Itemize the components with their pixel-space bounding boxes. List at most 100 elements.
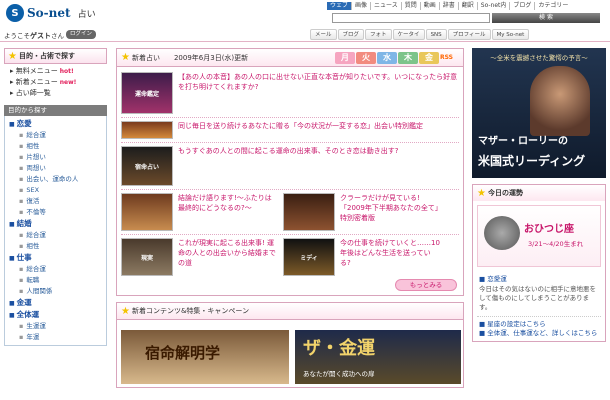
top-link[interactable]: 画像 <box>351 2 370 10</box>
service-tab-mysonet[interactable]: My So-net <box>491 29 530 40</box>
logo-name: So-net <box>27 6 71 20</box>
news-text[interactable]: 今の仕事を続けていくと……10年後はどんな生活を送っている? <box>340 238 440 268</box>
top-link[interactable]: カテゴリー <box>534 2 571 10</box>
news-thumbnail[interactable]: 宿命占い <box>121 146 173 186</box>
category-work[interactable]: 仕事 <box>5 252 106 264</box>
zodiac-date: 3/21〜4/20生まれ <box>528 240 584 248</box>
category-overall[interactable]: 全体運 <box>5 309 106 321</box>
ad-banner[interactable]: 〜全米を震撼させた驚愕の予言〜 マザー・ローリーの 米国式リーディング <box>472 48 606 178</box>
category-love[interactable]: 恋愛 <box>5 118 106 130</box>
news-text[interactable]: 結論だけ語ります!〜ふたりは最終的にどうなるの?〜 <box>178 193 278 213</box>
sidebar-menu: ▸ 無料メニュー hot! ▸ 新着メニュー new! ▸ 占い師一覧 <box>4 66 107 99</box>
top-link[interactable]: 辞書 <box>438 2 458 10</box>
day-tab[interactable]: 金 <box>419 52 439 64</box>
news-item[interactable]: 同じ毎日を送り続けるあなたに贈る「今の状況が一変する恋」出会い特別鑑定 <box>121 121 459 139</box>
fortune-links: ■ 星座の設定はこちら ■ 全体運、仕事運など、詳しくはこちら <box>477 316 601 341</box>
service-tab-profile[interactable]: プロフィール <box>447 29 491 40</box>
star-icon: ★ <box>8 50 17 62</box>
category-item[interactable]: 総合運 <box>5 230 106 241</box>
contents-header-label: 新着コンテンツ&特集・キャンペーン <box>131 307 250 315</box>
news-thumbnail[interactable]: 現実 <box>121 238 173 276</box>
news-thumbnail[interactable]: ミディ <box>283 238 335 276</box>
top-link[interactable]: ブログ <box>509 2 534 10</box>
service-tab-photo[interactable]: フォト <box>365 29 392 40</box>
sidebar-item-free[interactable]: ▸ 無料メニュー hot! <box>4 66 107 77</box>
news-text[interactable]: クラーラだけが見ている!「2009年下半期あなたの全て」特別密着版 <box>340 193 440 223</box>
category-item[interactable]: 転職 <box>5 275 106 286</box>
news-text[interactable]: 【あの人の本音】あの人の口に出せない正直な本音が知りたいです。いつになったら好意… <box>178 72 459 92</box>
day-tab[interactable]: 水 <box>377 52 397 64</box>
hot-badge: hot! <box>59 68 74 75</box>
top-link[interactable]: So-net内 <box>476 2 510 10</box>
category-item[interactable]: 出会い、運命の人 <box>5 174 106 185</box>
news-item[interactable]: 宿命占い もうすぐあの人との間に起こる運命の出来事、そのとき恋は動き出す? <box>121 146 459 186</box>
welcome-suffix: さん <box>51 32 64 40</box>
category-item[interactable]: 相性 <box>5 141 106 152</box>
sidebar-item-label: 新着メニュー <box>15 78 58 86</box>
news-text[interactable]: もうすぐあの人との間に起こる運命の出来事、そのとき恋は動き出す? <box>178 146 398 156</box>
zodiac-box[interactable]: おひつじ座 3/21〜4/20生まれ <box>477 205 601 267</box>
rss-icon[interactable]: RSS <box>440 54 453 61</box>
welcome-text: ようこそゲストさん <box>4 30 64 41</box>
divider <box>121 189 459 190</box>
fortune-link-details[interactable]: ■ 全体運、仕事運など、詳しくはこちら <box>479 329 599 338</box>
news-header-label: 新着占い <box>131 53 160 62</box>
news-list: 運命鑑定 【あの人の本音】あの人の口に出せない正直な本音が知りたいです。いつにな… <box>116 66 464 296</box>
top-link[interactable]: ウェブ <box>327 2 352 10</box>
category-money[interactable]: 金運 <box>5 297 106 309</box>
search-button[interactable]: 検 索 <box>492 13 600 23</box>
day-tab[interactable]: 月 <box>335 52 355 64</box>
category-item[interactable]: 復活 <box>5 196 106 207</box>
category-item[interactable]: 年運 <box>5 332 106 343</box>
category-item[interactable]: 総合運 <box>5 264 106 275</box>
service-tab-mail[interactable]: メール <box>310 29 337 40</box>
zodiac-name: おひつじ座 <box>524 224 574 235</box>
feature-banner[interactable]: ザ・金運 あなたが開く成功への扉 <box>295 330 461 384</box>
service-tab-mobile[interactable]: ケータイ <box>392 29 425 40</box>
star-icon: ★ <box>477 187 486 199</box>
fortune-category-label: 恋愛運 <box>487 275 507 283</box>
day-tab[interactable]: 木 <box>398 52 418 64</box>
sidebar-item-label: 無料メニュー <box>15 67 58 75</box>
fortune-link-label: 全体運、仕事運など、詳しくはこちら <box>487 329 598 337</box>
search-input[interactable] <box>332 13 490 23</box>
sonet-logo-icon: S <box>6 4 24 22</box>
logo[interactable]: S So-net 占い <box>6 4 96 22</box>
day-tab[interactable]: 火 <box>356 52 376 64</box>
login-button[interactable]: ログイン <box>66 30 96 39</box>
news-item[interactable]: 運命鑑定 【あの人の本音】あの人の口に出せない正直な本音が知りたいです。いつにな… <box>121 72 459 114</box>
service-tab-sns[interactable]: SNS <box>425 29 447 40</box>
category-item[interactable]: 不倫等 <box>5 207 106 218</box>
sidebar-item-label: 占い師一覧 <box>15 89 51 97</box>
news-text[interactable]: これが現実に起こる出来事! 運命の人との出会いから結婚までの道 <box>178 238 278 268</box>
more-button[interactable]: もっとみる <box>395 279 457 291</box>
category-item[interactable]: 生運運 <box>5 321 106 332</box>
sidebar-item-fortunetellers[interactable]: ▸ 占い師一覧 <box>4 88 107 99</box>
category-item[interactable]: 両想い <box>5 163 106 174</box>
feature-banner[interactable]: 宿命解明学 <box>121 330 289 384</box>
top-link[interactable]: 質問 <box>400 2 420 10</box>
left-sidebar: ★ 目的・占術で探す ▸ 無料メニュー hot! ▸ 新着メニュー new! ▸ 占… <box>4 48 107 400</box>
sidebar-item-new[interactable]: ▸ 新着メニュー new! <box>4 77 107 88</box>
category-item[interactable]: 人間関係 <box>5 286 106 297</box>
category-bar: 目的から探す <box>4 105 107 116</box>
news-thumbnail[interactable] <box>121 121 173 139</box>
news-text[interactable]: 同じ毎日を送り続けるあなたに贈る「今の状況が一変する恋」出会い特別鑑定 <box>178 121 423 131</box>
fortune-link-setting[interactable]: ■ 星座の設定はこちら <box>479 320 599 329</box>
top-link[interactable]: 翻訳 <box>457 2 477 10</box>
category-item[interactable]: 片想い <box>5 152 106 163</box>
welcome-prefix: ようこそ <box>4 32 30 40</box>
news-thumbnail[interactable]: 運命鑑定 <box>121 72 173 114</box>
category-marriage[interactable]: 結婚 <box>5 218 106 230</box>
news-thumbnail[interactable] <box>121 193 173 231</box>
category-item[interactable]: 総合運 <box>5 130 106 141</box>
top-link[interactable]: ニュース <box>370 2 401 10</box>
category-item[interactable]: 相性 <box>5 241 106 252</box>
main-content: ★ 新着占い 2009年6月3日(水)更新 月 火 水 木 金 RSS 運命鑑定… <box>116 48 464 388</box>
banner-title: ザ・金運 <box>303 338 375 359</box>
news-thumbnail[interactable] <box>283 193 335 231</box>
service-tab-blog[interactable]: ブログ <box>337 29 365 40</box>
top-link[interactable]: 動画 <box>419 2 439 10</box>
category-item[interactable]: SEX <box>5 185 106 196</box>
welcome-guest: ゲスト <box>30 32 51 40</box>
